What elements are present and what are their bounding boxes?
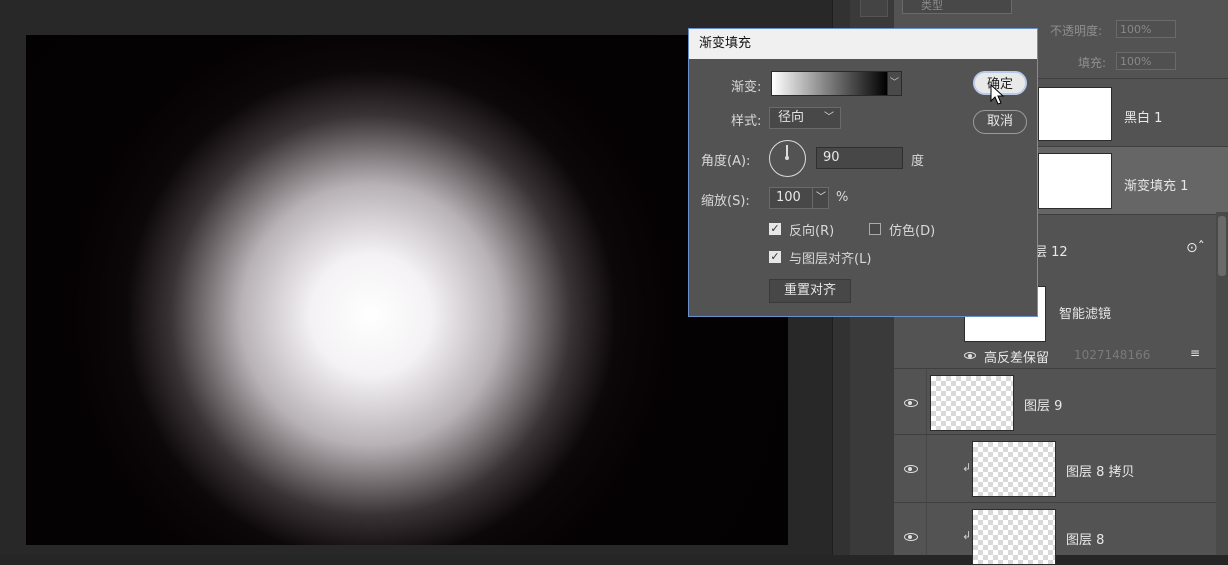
dither-checkbox[interactable]: [869, 223, 881, 235]
cancel-button[interactable]: 取消: [973, 110, 1027, 134]
scale-input[interactable]: 100 ﹀: [769, 187, 829, 209]
layers-scrollbar[interactable]: [1216, 212, 1228, 555]
filter-options-icon[interactable]: ≡: [1190, 346, 1200, 360]
layer-thumbnail: [930, 375, 1014, 431]
angle-input[interactable]: 90: [816, 147, 903, 169]
scale-label: 缩放(S):: [701, 194, 750, 209]
scale-value: 100: [776, 190, 801, 205]
reverse-checkbox[interactable]: ✓: [769, 223, 781, 235]
layer-name: 层 12: [1034, 245, 1068, 260]
clipping-mask-icon: ↲: [962, 529, 972, 542]
chevron-down-icon: ﹀: [812, 188, 826, 208]
mouse-cursor-icon: [990, 84, 1005, 105]
clipping-mask-icon: ↲: [962, 461, 972, 474]
smart-filter-label: 智能滤镜: [1059, 307, 1112, 322]
align-label: 与图层对齐(L): [789, 252, 872, 267]
layer-name: 黑白 1: [1124, 111, 1163, 126]
layer-row[interactable]: ↲ 图层 8: [894, 502, 1228, 565]
reset-align-button[interactable]: 重置对齐: [769, 279, 851, 303]
eye-icon[interactable]: [904, 399, 918, 407]
style-label: 样式:: [731, 114, 762, 129]
layer-name: 渐变填充 1: [1124, 179, 1189, 194]
angle-dial[interactable]: [769, 140, 806, 177]
document-canvas[interactable]: [26, 35, 788, 545]
scale-unit: %: [836, 190, 849, 205]
fill-label: 填充:: [1078, 56, 1107, 70]
opacity-label: 不透明度:: [1050, 24, 1103, 38]
gradient-swatch[interactable]: [771, 71, 888, 96]
chevron-down-icon: ﹀: [824, 112, 834, 123]
style-select[interactable]: 径向 ﹀: [769, 107, 841, 129]
layer-thumbnail: [1038, 87, 1112, 141]
layer-thumbnail: [972, 509, 1056, 565]
layer-row[interactable]: ↲ 图层 8 拷贝: [894, 434, 1228, 502]
layer-name: 图层 8: [1066, 533, 1105, 548]
eye-icon[interactable]: [964, 352, 976, 359]
style-select-value: 径向: [778, 110, 805, 125]
layer-name: 图层 9: [1024, 399, 1063, 414]
dialog-title: 渐变填充: [689, 29, 1037, 59]
dither-label: 仿色(D): [889, 224, 936, 239]
eye-icon[interactable]: [904, 465, 918, 473]
filter-name: 高反差保留: [984, 351, 1050, 366]
layer-thumbnail: [1038, 153, 1112, 209]
layer-row[interactable]: 图层 9: [894, 368, 1228, 434]
reverse-label: 反向(R): [789, 224, 835, 239]
align-checkbox[interactable]: ✓: [769, 251, 781, 263]
angle-unit: 度: [911, 154, 925, 169]
layer-thumbnail: [972, 441, 1056, 497]
gradient-fill-dialog: 渐变填充 渐变: ﹀ 样式: 径向 ﹀ 角度(A): 90 度 缩放(S): 1…: [688, 28, 1038, 317]
chevron-down-icon[interactable]: ﹀: [888, 71, 902, 96]
gradient-label: 渐变:: [731, 80, 762, 95]
layer-name: 图层 8 拷贝: [1066, 465, 1135, 480]
opacity-input[interactable]: 100%: [1116, 20, 1176, 38]
scrollbar-thumb[interactable]: [1218, 216, 1226, 276]
layer-filter-search[interactable]: 类型: [902, 0, 1012, 14]
fill-input[interactable]: 100%: [1116, 52, 1176, 70]
visibility-column: [894, 503, 927, 555]
watermark-text: 1027148166: [1074, 348, 1151, 362]
panel-options-icon[interactable]: [860, 0, 888, 17]
angle-label: 角度(A):: [701, 154, 751, 169]
eye-icon[interactable]: [904, 533, 918, 541]
smart-object-icon[interactable]: ⊙ˆ: [1186, 240, 1205, 256]
